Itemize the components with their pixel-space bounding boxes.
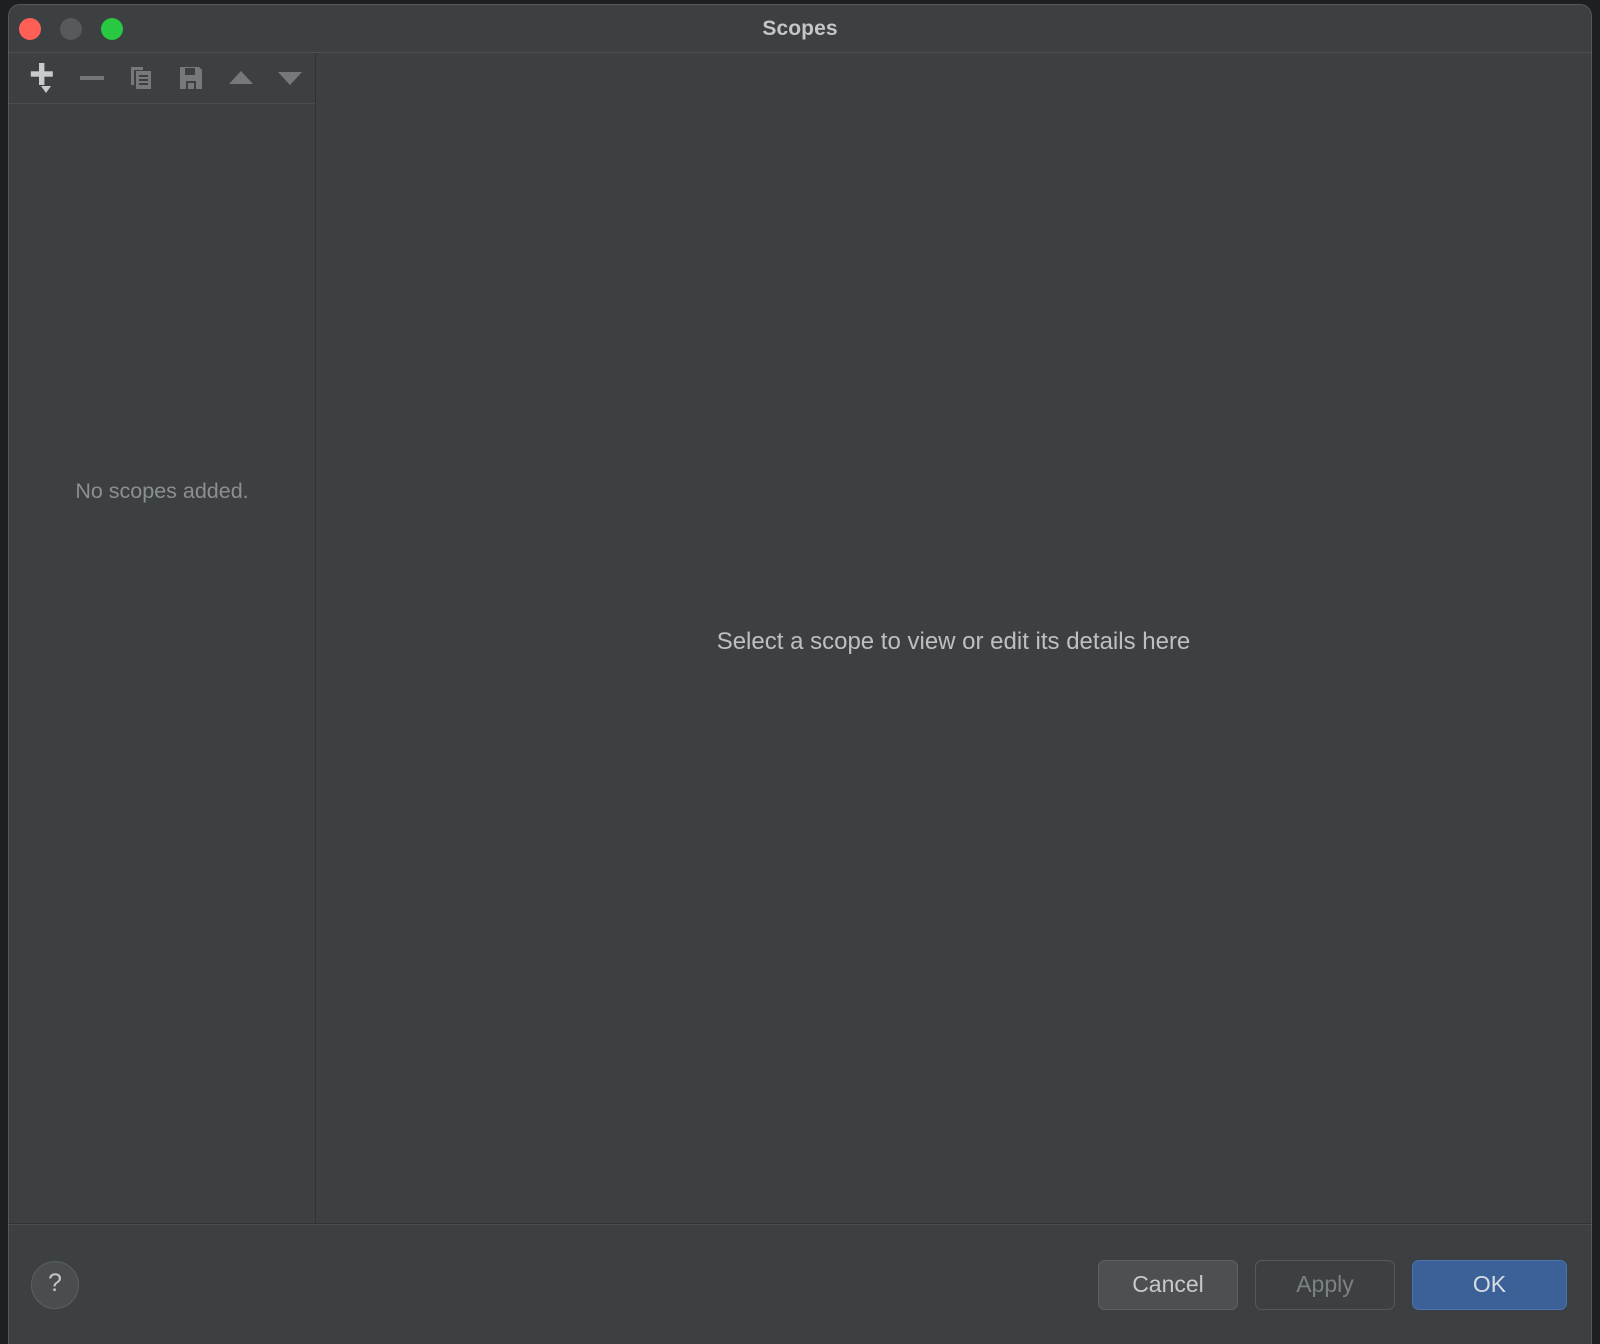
title-bar: Scopes: [9, 5, 1591, 53]
minimize-window-button[interactable]: [60, 17, 82, 40]
move-down-icon: [275, 64, 305, 92]
scopes-toolbar: [9, 53, 315, 104]
window-title: Scopes: [762, 16, 838, 40]
ok-button[interactable]: OK: [1412, 1259, 1567, 1310]
question-mark-icon: ?: [48, 1269, 62, 1297]
footer-button-group: Cancel Apply OK: [1098, 1259, 1567, 1310]
apply-button: Apply: [1255, 1259, 1395, 1310]
move-up-icon: [226, 64, 256, 92]
scope-detail-placeholder: Select a scope to view or edit its detai…: [716, 628, 1191, 655]
scopes-sidebar: No scopes added.: [9, 53, 316, 1223]
save-scope-button[interactable]: [166, 55, 216, 101]
add-scope-button[interactable]: [17, 55, 67, 101]
help-button[interactable]: ?: [31, 1260, 79, 1309]
scope-detail-panel: Select a scope to view or edit its detai…: [316, 53, 1591, 1223]
add-icon: [27, 61, 57, 95]
cancel-button[interactable]: Cancel: [1098, 1259, 1238, 1310]
dialog-body: No scopes added. Select a scope to view …: [9, 53, 1591, 1224]
remove-icon: [78, 64, 106, 92]
close-window-button[interactable]: [19, 17, 41, 40]
remove-scope-button[interactable]: [67, 55, 117, 101]
save-icon: [177, 64, 205, 92]
scopes-list[interactable]: No scopes added.: [9, 104, 315, 1223]
zoom-window-button[interactable]: [101, 17, 123, 40]
move-scope-down-button[interactable]: [265, 55, 315, 101]
scopes-empty-message: No scopes added.: [75, 479, 249, 503]
move-scope-up-button[interactable]: [216, 55, 266, 101]
window-controls: [19, 5, 123, 52]
duplicate-icon: [127, 64, 155, 92]
scopes-dialog-window: Scopes No scopes added. Select a scope t…: [8, 4, 1592, 1344]
dialog-footer: ? Cancel Apply OK: [9, 1224, 1591, 1344]
duplicate-scope-button[interactable]: [116, 55, 166, 101]
